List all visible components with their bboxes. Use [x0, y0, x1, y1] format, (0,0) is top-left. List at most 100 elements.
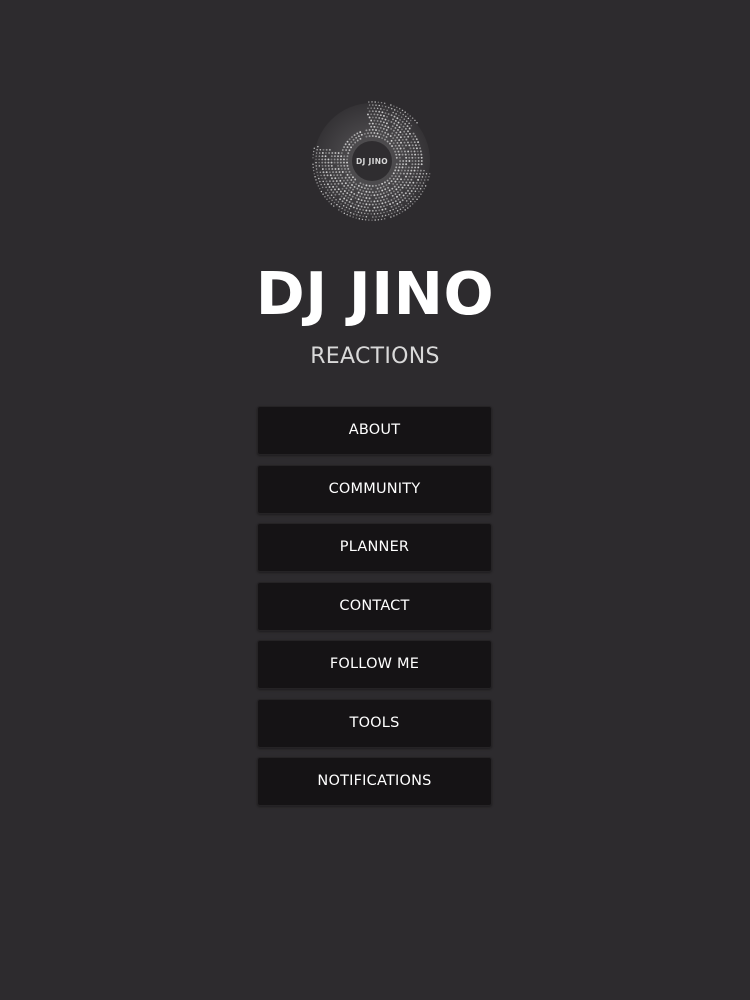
logo-dot: [350, 146, 352, 149]
about-button[interactable]: ABOUT: [257, 406, 492, 455]
logo-dot: [387, 200, 390, 203]
logo-dot: [343, 164, 346, 167]
logo-dot: [408, 175, 411, 178]
logo-dot: [404, 166, 407, 169]
logo-dot: [335, 171, 338, 174]
logo-dot: [365, 215, 368, 218]
logo-dot: [351, 136, 353, 138]
logo-dot: [379, 133, 382, 136]
logo-dot: [324, 177, 327, 180]
logo-dot: [315, 161, 317, 164]
logo-dot: [315, 179, 317, 181]
logo-dot: [410, 150, 413, 153]
logo-dot: [387, 126, 390, 129]
follow-me-button[interactable]: FOLLOW ME: [257, 640, 492, 689]
logo-dot: [330, 161, 333, 164]
logo-dot: [403, 135, 406, 138]
logo-dot: [390, 199, 393, 201]
logo-dot: [327, 164, 330, 167]
logo-dot: [360, 199, 363, 202]
logo-dot: [409, 115, 412, 117]
logo-dot: [399, 136, 402, 139]
logo-dot: [383, 205, 385, 208]
logo-dot: [405, 144, 407, 147]
logo-dot: [404, 127, 407, 130]
logo-dot: [390, 121, 393, 123]
logo-dot: [353, 213, 355, 215]
logo-dot: [410, 135, 413, 138]
logo-dot: [411, 166, 413, 169]
logo-dot: [355, 136, 358, 139]
logo-dot: [378, 104, 380, 107]
logo-dot: [330, 188, 333, 191]
logo-dot: [378, 215, 380, 218]
logo-dot: [419, 150, 422, 153]
logo-dot: [401, 138, 404, 141]
tools-button[interactable]: TOOLS: [257, 698, 492, 748]
logo-dot: [339, 190, 342, 193]
logo-dot: [347, 203, 349, 206]
logo-dot: [393, 109, 396, 111]
logo-dot: [368, 128, 371, 131]
logo-dot: [411, 163, 414, 166]
logo-dot: [411, 175, 414, 178]
logo-dot: [419, 182, 421, 184]
logo-dot: [402, 147, 405, 150]
logo-dot: [384, 118, 387, 121]
logo-dot: [387, 213, 390, 216]
logo-dot: [396, 110, 399, 112]
planner-button[interactable]: PLANNER: [257, 523, 492, 572]
logo-dot: [365, 203, 368, 206]
logo-dot: [399, 208, 402, 210]
logo-dot: [408, 160, 411, 162]
logo-dot: [370, 125, 373, 128]
notifications-button[interactable]: NOTIFICATIONS: [257, 757, 492, 806]
logo-dot: [381, 208, 384, 211]
logo-dot: [374, 219, 376, 221]
logo-dot: [337, 188, 340, 191]
logo-dot: [340, 152, 343, 154]
logo-dot: [327, 183, 329, 186]
logo-dot: [417, 153, 420, 156]
logo-dot: [352, 206, 355, 209]
logo-dot: [368, 110, 371, 113]
logo-dot: [407, 150, 410, 153]
contact-button[interactable]: CONTACT: [257, 581, 492, 631]
logo-dot: [398, 114, 400, 117]
logo-dot: [394, 175, 397, 178]
logo-dot: [392, 177, 395, 180]
logo-dot: [367, 107, 369, 109]
logo-dot: [313, 147, 316, 150]
logo-dot: [392, 190, 395, 193]
logo-dot: [417, 156, 420, 159]
logo-dot: [394, 127, 397, 129]
logo-dot: [321, 158, 324, 161]
logo-dot: [328, 186, 331, 188]
community-button[interactable]: COMMUNITY: [257, 464, 492, 514]
logo-dot: [354, 197, 357, 199]
logo-dot: [370, 188, 373, 191]
logo-dot: [343, 158, 345, 161]
logo-dot: [373, 119, 376, 122]
logo-dot: [378, 110, 381, 113]
logo-dot: [388, 189, 391, 192]
logo-dot: [392, 129, 395, 132]
logo-dot: [332, 205, 335, 207]
logo-dot: [340, 155, 343, 158]
logo-dot: [367, 194, 369, 197]
logo-dot: [391, 145, 393, 147]
logo-dot: [398, 153, 401, 156]
logo-dot: [346, 158, 348, 161]
logo-dot: [368, 209, 371, 212]
logo-dot: [319, 149, 322, 151]
logo-dot: [392, 182, 395, 185]
logo-dot: [413, 141, 416, 144]
logo-dot: [324, 196, 326, 198]
logo-dot: [394, 193, 397, 195]
logo-dot: [414, 195, 416, 198]
logo-dot: [343, 197, 346, 200]
logo-dot: [417, 166, 420, 169]
logo-dot: [362, 183, 365, 186]
logo-dot: [337, 177, 340, 179]
logo-dot: [340, 168, 343, 170]
